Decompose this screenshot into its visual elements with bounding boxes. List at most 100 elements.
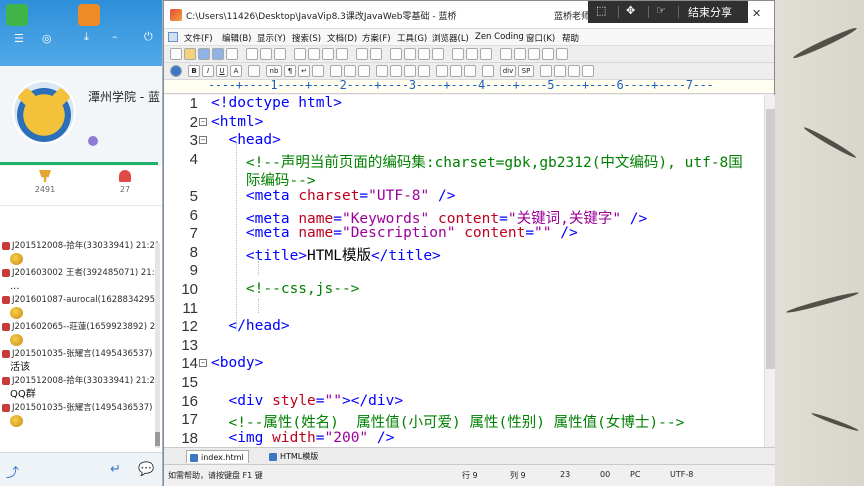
code-line[interactable]: 15 xyxy=(164,374,764,393)
share-icon[interactable]: ⤴ xyxy=(6,462,19,481)
link-icon[interactable] xyxy=(344,65,356,77)
avatar[interactable] xyxy=(12,80,76,144)
editor-scrollbar[interactable] xyxy=(764,95,775,447)
new-file-icon[interactable] xyxy=(170,48,182,60)
code-line[interactable]: 际编码--> xyxy=(164,169,764,189)
underline-button[interactable]: U xyxy=(216,65,228,77)
minimize-icon[interactable]: – xyxy=(112,30,118,44)
code-line[interactable]: 7 <meta name="Description" content="" /> xyxy=(164,225,764,244)
split-icon[interactable] xyxy=(542,48,554,60)
copy-icon[interactable] xyxy=(308,48,320,60)
scrollbar-thumb[interactable] xyxy=(155,432,160,446)
code-line[interactable]: 9 xyxy=(164,262,764,281)
code-line[interactable]: 17 <!--属性(姓名) 属性值(小可爱) 属性(性别) 属性值(女博士)--… xyxy=(164,411,764,431)
code-line[interactable]: 12 </head> xyxy=(164,318,764,337)
code-line[interactable]: 8 <title>HTML模版</title> xyxy=(164,244,764,264)
menu-document[interactable]: 文档(D) xyxy=(327,32,357,44)
code-line[interactable]: 10 <!--css,js--> xyxy=(164,281,764,300)
code-line[interactable]: 6 <meta name="Keywords" content="关键词,关键字… xyxy=(164,207,764,227)
menu-edit[interactable]: 编辑(B) xyxy=(222,32,251,44)
code-line[interactable]: 2− <html> xyxy=(164,114,764,133)
save-icon[interactable] xyxy=(198,48,210,60)
style-icon[interactable] xyxy=(464,65,476,77)
form-icon[interactable] xyxy=(404,65,416,77)
table-icon[interactable] xyxy=(376,65,388,77)
tab-html-template[interactable]: HTML模版 xyxy=(266,450,322,463)
fold-toggle-icon[interactable]: − xyxy=(199,359,207,368)
gamepad-icon[interactable]: ◎ xyxy=(42,32,52,46)
move-icon[interactable]: ✥ xyxy=(626,4,635,17)
menu-browser[interactable]: 浏览器(L) xyxy=(432,32,469,44)
list-icon[interactable] xyxy=(390,65,402,77)
code-line[interactable]: 5 <meta charset="UTF-8" /> xyxy=(164,188,764,207)
image-icon[interactable] xyxy=(330,65,342,77)
stat-trophy[interactable]: 2491 xyxy=(20,170,70,194)
code-editor[interactable]: 1 <!doctype html> 2− <html> 3− <head> 4 <!--声… xyxy=(164,95,764,447)
screenshot-icon[interactable]: ⬚ xyxy=(596,4,606,17)
cut-icon[interactable] xyxy=(294,48,306,60)
menu-zen-coding[interactable]: Zen Coding xyxy=(475,32,524,42)
open-icon[interactable] xyxy=(184,48,196,60)
chat-scrollbar[interactable] xyxy=(155,243,160,448)
save-all-icon[interactable] xyxy=(212,48,224,60)
code-line[interactable]: 18 <img width="200" /> xyxy=(164,430,764,447)
code-line[interactable]: 1 <!doctype html> xyxy=(164,95,764,114)
code-line[interactable]: 4 <!--声明当前页面的编码集:charset=gbk,gb2312(中文编码… xyxy=(164,151,764,171)
message-list[interactable]: J201512008-拾年(33033941) 21:23 J201603002… xyxy=(0,240,158,450)
input-icon[interactable] xyxy=(418,65,430,77)
find-icon[interactable] xyxy=(274,48,286,60)
code-line[interactable]: 14− <body> xyxy=(164,355,764,374)
bold-button[interactable]: B xyxy=(188,65,200,77)
bookmark-icon[interactable] xyxy=(390,48,402,60)
enter-icon[interactable]: ↵ xyxy=(110,462,121,477)
stat-heart[interactable]: 27 xyxy=(100,170,150,194)
globe-icon[interactable] xyxy=(170,65,182,77)
wrap-icon[interactable] xyxy=(404,48,416,60)
tab-index-html[interactable]: index.html xyxy=(186,450,249,463)
nbsp-button[interactable]: nb xyxy=(266,65,282,77)
contacts-icon[interactable]: ☰ xyxy=(14,32,24,46)
snippet-icon[interactable] xyxy=(540,65,552,77)
code-icon[interactable] xyxy=(450,65,462,77)
pointer-icon[interactable]: ☞ xyxy=(656,4,666,17)
menu-view[interactable]: 显示(Y) xyxy=(257,32,286,44)
color-picker-icon[interactable] xyxy=(568,65,580,77)
paste-icon[interactable] xyxy=(322,48,334,60)
browser-icon[interactable] xyxy=(466,48,478,60)
menu-help[interactable]: 帮助 xyxy=(562,32,579,44)
app-grid-icon[interactable] xyxy=(6,4,28,26)
font-icon[interactable] xyxy=(482,65,494,77)
close-button[interactable]: ✕ xyxy=(752,7,761,20)
comment-toggle-icon[interactable] xyxy=(452,48,464,60)
menu-scheme[interactable]: 方案(F) xyxy=(362,32,391,44)
code-line[interactable]: 11 xyxy=(164,300,764,319)
zoom-icon[interactable] xyxy=(480,48,492,60)
clip-icon[interactable] xyxy=(554,65,566,77)
italic-button[interactable]: I xyxy=(202,65,214,77)
pre-icon[interactable] xyxy=(436,65,448,77)
indent-icon[interactable] xyxy=(418,48,430,60)
comment-icon[interactable]: 💬 xyxy=(138,462,154,477)
align-left-icon[interactable] xyxy=(248,65,260,77)
font-color-button[interactable]: A xyxy=(230,65,242,77)
break-button[interactable]: ↵ xyxy=(298,65,310,77)
close-file-icon[interactable] xyxy=(226,48,238,60)
chat-input-bar[interactable]: ⤴ ↵ 💬 xyxy=(0,452,162,486)
span-button[interactable]: SP xyxy=(518,65,534,77)
download-icon[interactable]: ⤓ xyxy=(84,30,89,44)
layout-icon[interactable] xyxy=(528,48,540,60)
code-line[interactable]: 13 xyxy=(164,337,764,356)
outdent-icon[interactable] xyxy=(432,48,444,60)
window-list-icon[interactable] xyxy=(556,48,568,60)
menu-search[interactable]: 搜索(S) xyxy=(292,32,321,44)
power-icon[interactable]: ⏻ xyxy=(144,30,153,44)
preview-icon[interactable] xyxy=(260,48,272,60)
fold-toggle-icon[interactable]: − xyxy=(199,136,207,145)
fold-toggle-icon[interactable]: − xyxy=(199,117,207,126)
end-share-button[interactable]: 结束分享 xyxy=(688,4,732,20)
code-line[interactable]: 3− <head> xyxy=(164,132,764,151)
view-source-icon[interactable] xyxy=(582,65,594,77)
menu-tools[interactable]: 工具(G) xyxy=(397,32,427,44)
menu-file[interactable]: 文件(F) xyxy=(184,32,213,44)
print-icon[interactable] xyxy=(246,48,258,60)
